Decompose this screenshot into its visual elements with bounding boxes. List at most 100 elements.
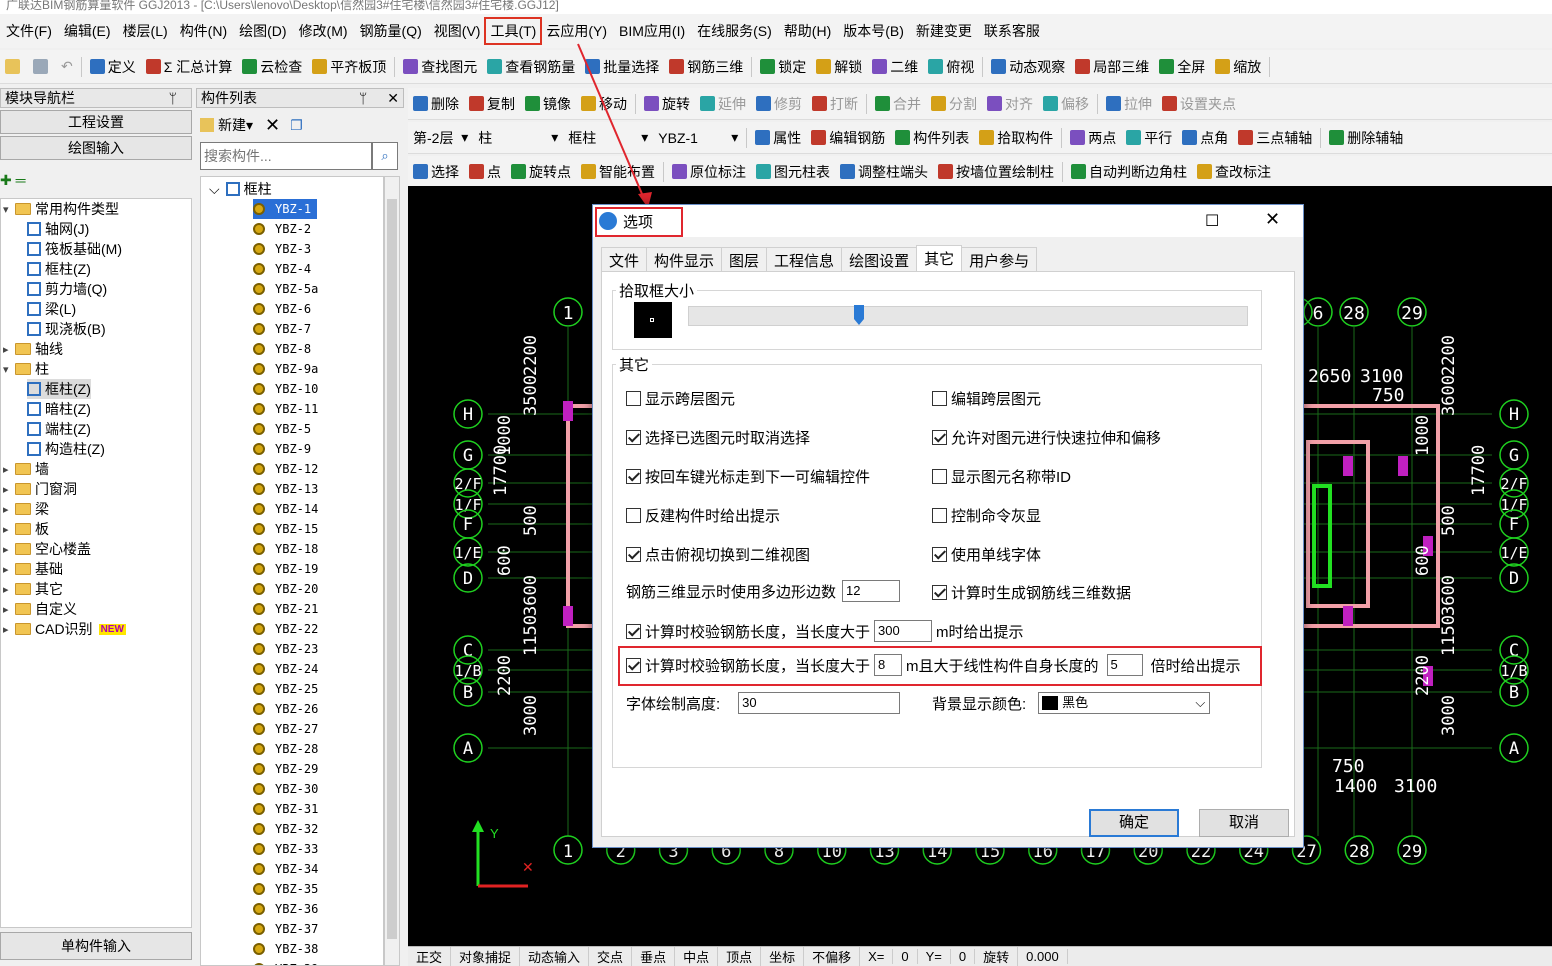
nav-tree-item-14[interactable]: ▸ 门窗洞	[3, 479, 77, 499]
expand-icon[interactable]: ▸	[3, 543, 13, 556]
menu-item-5[interactable]: 修改(M)	[293, 21, 354, 41]
tb3-button-6[interactable]: 点角	[1177, 125, 1233, 151]
drawing-input-button[interactable]: 绘图输入	[0, 136, 192, 160]
component-list-item[interactable]: YBZ-20	[253, 579, 318, 599]
option-5[interactable]: 显示图元名称带ID	[932, 466, 1071, 487]
menu-item-3[interactable]: 构件(N)	[174, 21, 233, 41]
menu-item-1[interactable]: 编辑(E)	[58, 21, 117, 41]
status-item-9[interactable]: X=	[860, 949, 894, 964]
tb4-button-4[interactable]: 原位标注	[667, 159, 751, 185]
expand-icon[interactable]: ▸	[3, 463, 13, 476]
option-checkbox[interactable]	[932, 430, 947, 445]
nav-tree-item-10[interactable]: 暗柱(Z)	[27, 399, 91, 419]
menu-item-14[interactable]: 新建变更	[910, 21, 978, 41]
tb2-button-6[interactable]: 修剪	[751, 91, 807, 117]
tb1-button-15[interactable]: 缩放	[1210, 54, 1266, 80]
status-item-4[interactable]: 垂点	[632, 947, 676, 966]
component-list-item[interactable]: YBZ-1	[253, 199, 318, 219]
menu-item-11[interactable]: 在线服务(S)	[691, 21, 778, 41]
option-8[interactable]: 点击俯视切换到二维视图	[626, 544, 810, 565]
bg-color-select[interactable]: 黑色 ⌵	[1038, 692, 1211, 714]
tb4-button-5[interactable]: 图元柱表	[751, 159, 835, 185]
option-6[interactable]: 反建构件时给出提示	[626, 505, 780, 526]
save-button[interactable]	[28, 54, 56, 80]
component-list-item[interactable]: YBZ-23	[253, 639, 318, 659]
tb2-button-7[interactable]: 打断	[807, 91, 863, 117]
status-item-7[interactable]: 坐标	[761, 947, 805, 966]
close-icon[interactable]: ✕	[1265, 209, 1280, 230]
tb2-button-0[interactable]: 删除	[408, 91, 464, 117]
option-checkbox[interactable]	[932, 391, 947, 406]
collapse-icon[interactable]: ▾	[3, 203, 13, 216]
tb4-button-0[interactable]: 选择	[408, 159, 464, 185]
option-checkbox[interactable]	[932, 469, 947, 484]
component-list-item[interactable]: YBZ-11	[253, 399, 318, 419]
option-checkbox[interactable]	[626, 391, 641, 406]
search-icon[interactable]: ⌕	[372, 142, 398, 170]
tb3-button-4[interactable]: 两点	[1065, 125, 1121, 151]
expand-icon[interactable]: ▸	[3, 503, 13, 516]
font-height-input[interactable]: 30	[738, 692, 901, 714]
component-root-node[interactable]: ⌵ 框柱	[209, 179, 272, 199]
menu-item-2[interactable]: 楼层(L)	[117, 21, 174, 41]
tb1-button-4[interactable]: 查找图元	[398, 54, 482, 80]
tb2-button-10[interactable]: 对齐	[982, 91, 1038, 117]
tb2-button-8[interactable]: 合并	[870, 91, 926, 117]
component-list-item[interactable]: YBZ-31	[253, 799, 318, 819]
tb1-button-1[interactable]: Σ 汇总计算	[141, 54, 238, 80]
length-check-2-checkbox[interactable]	[626, 657, 641, 673]
tb3-button-2[interactable]: 构件列表	[890, 125, 974, 151]
maximize-icon[interactable]: ☐	[1205, 211, 1219, 231]
status-item-10[interactable]: 0	[893, 949, 918, 964]
tb1-button-5[interactable]: 查看钢筋量	[482, 54, 580, 80]
tb1-button-0[interactable]: 定义	[85, 54, 141, 80]
component-list-item[interactable]: YBZ-4	[253, 259, 311, 279]
scrollbar-thumb[interactable]	[387, 199, 397, 939]
nav-tree-item-5[interactable]: 梁(L)	[27, 299, 76, 319]
nav-tree-item-21[interactable]: ▸ CAD识别 NEW	[3, 619, 126, 639]
dialog-tab-1[interactable]: 构件显示	[646, 247, 723, 271]
status-item-8[interactable]: 不偏移	[804, 947, 861, 966]
project-settings-button[interactable]: 工程设置	[0, 110, 192, 134]
component-list-item[interactable]: YBZ-34	[253, 859, 318, 879]
menu-item-4[interactable]: 绘图(D)	[233, 21, 292, 41]
copy-icon[interactable]: ❐	[290, 117, 303, 134]
expand-icon[interactable]: ▸	[3, 343, 13, 356]
cancel-button[interactable]: 取消	[1199, 809, 1289, 837]
option-3[interactable]: 允许对图元进行快速拉伸和偏移	[932, 427, 1161, 448]
tb4-button-2[interactable]: 旋转点	[506, 159, 576, 185]
option-checkbox[interactable]	[626, 430, 641, 445]
component-list-item[interactable]: YBZ-39	[253, 959, 318, 965]
status-item-11[interactable]: Y=	[918, 949, 951, 964]
close-icon[interactable]: ✕	[387, 90, 403, 107]
component-list-item[interactable]: YBZ-21	[253, 599, 318, 619]
nav-tree-item-6[interactable]: 现浇板(B)	[27, 319, 106, 339]
dialog-tab-4[interactable]: 绘图设置	[841, 247, 918, 271]
menu-item-13[interactable]: 版本号(B)	[837, 21, 910, 41]
tb2-button-2[interactable]: 镜像	[520, 91, 576, 117]
pin-icon[interactable]: ᛘ	[169, 90, 191, 106]
component-list-item[interactable]: YBZ-14	[253, 499, 318, 519]
tb2-button-1[interactable]: 复制	[464, 91, 520, 117]
gen3d-checkbox[interactable]	[932, 585, 947, 600]
tb3-button-8[interactable]: 删除辅轴	[1324, 125, 1408, 151]
tb4-button-8[interactable]: 自动判断边角柱	[1066, 159, 1192, 185]
expand-icon[interactable]: ▸	[3, 583, 13, 596]
status-item-12[interactable]: 0	[951, 949, 976, 964]
nav-tree-item-1[interactable]: 轴网(J)	[27, 219, 89, 239]
length-check-1-checkbox[interactable]	[626, 623, 641, 639]
new-component-button[interactable]: 新建 ▾	[200, 115, 253, 135]
status-item-0[interactable]: 正交	[408, 947, 452, 966]
gen3d-option[interactable]: 计算时生成钢筋线三维数据	[932, 582, 1131, 603]
component-list-item[interactable]: YBZ-37	[253, 919, 318, 939]
nav-tree-item-17[interactable]: ▸ 空心楼盖	[3, 539, 91, 559]
option-9[interactable]: 使用单线字体	[932, 544, 1041, 565]
component-list-item[interactable]: YBZ-10	[253, 379, 318, 399]
option-checkbox[interactable]	[626, 508, 641, 523]
component-list-item[interactable]: YBZ-12	[253, 459, 318, 479]
nav-tree-item-18[interactable]: ▸ 基础	[3, 559, 63, 579]
dialog-tab-2[interactable]: 图层	[721, 247, 768, 271]
nav-tree-item-4[interactable]: 剪力墙(Q)	[27, 279, 107, 299]
option-checkbox[interactable]	[932, 508, 947, 523]
nav-tree-item-20[interactable]: ▸ 自定义	[3, 599, 77, 619]
